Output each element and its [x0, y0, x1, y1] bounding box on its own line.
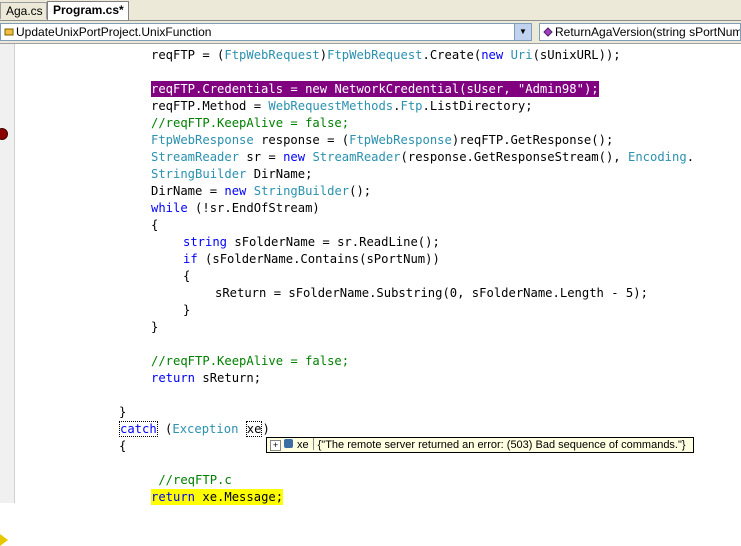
- tab-aga-cs[interactable]: Aga.cs: [0, 2, 47, 19]
- hovered-variable[interactable]: xe: [245, 421, 263, 437]
- code-line: string sFolderName = sr.ReadLine();: [183, 235, 440, 249]
- member-dropdown[interactable]: ReturnAgaVersion(string sPortNum, st: [539, 23, 741, 41]
- class-icon: [4, 25, 14, 36]
- member-dropdown-value: ReturnAgaVersion(string sPortNum, st: [555, 25, 741, 39]
- code-line: }: [119, 405, 127, 419]
- chevron-down-icon[interactable]: ▼: [514, 24, 531, 40]
- datatip-value[interactable]: {"The remote server returned an error: (…: [318, 439, 686, 451]
- code-line: StreamReader sr = new StreamReader(respo…: [151, 150, 695, 164]
- code-line: StringBuilder DirName;: [151, 167, 313, 181]
- code-line: DirName = new StringBuilder();: [151, 184, 372, 198]
- code-line: return sReturn;: [151, 371, 262, 385]
- datatip-separator: [312, 438, 314, 450]
- datatip-variable: xe: [297, 439, 309, 451]
- code-line: {: [151, 218, 159, 232]
- code-line: {: [183, 269, 191, 283]
- code-line: }: [183, 303, 191, 317]
- method-icon: [543, 25, 553, 37]
- margin-line: [14, 44, 15, 503]
- editor-gutter[interactable]: [0, 44, 14, 546]
- code-line: catch (Exception xe): [119, 421, 270, 437]
- code-line: }: [151, 320, 159, 334]
- field-icon: [284, 439, 293, 448]
- code-line: if (sFolderName.Contains(sPortNum)): [183, 252, 440, 266]
- comment-line: //reqFTP.KeepAlive = false;: [151, 116, 350, 130]
- breakpoint-icon[interactable]: [0, 128, 8, 140]
- document-tab-bar: Aga.cs Program.cs*: [0, 0, 741, 21]
- code-line: FtpWebResponse response = (FtpWebRespons…: [151, 133, 614, 147]
- breakpoint-line: reqFTP.Credentials = new NetworkCredenti…: [151, 81, 599, 97]
- expand-icon[interactable]: +: [270, 440, 281, 451]
- tab-program-cs[interactable]: Program.cs*: [47, 1, 129, 20]
- current-statement-arrow-icon[interactable]: [0, 534, 8, 546]
- code-line: {: [119, 439, 127, 453]
- class-dropdown-value: UpdateUnixPortProject.UnixFunction: [16, 25, 212, 39]
- code-line: reqFTP.Method = WebRequestMethods.Ftp.Li…: [151, 99, 533, 113]
- comment-line: //reqFTP.KeepAlive = false;: [151, 354, 350, 368]
- class-dropdown[interactable]: UpdateUnixPortProject.UnixFunction ▼: [0, 23, 532, 41]
- comment-line: //reqFTP.c: [151, 473, 232, 487]
- code-line: sReturn = sFolderName.Substring(0, sFold…: [215, 286, 648, 300]
- code-line: reqFTP = (FtpWebRequest)FtpWebRequest.Cr…: [151, 48, 621, 62]
- code-line: while (!sr.EndOfStream): [151, 201, 320, 215]
- datatip[interactable]: + xe {"The remote server returned an error…: [266, 437, 694, 453]
- navigation-bar: UpdateUnixPortProject.UnixFunction ▼ Ret…: [0, 21, 741, 44]
